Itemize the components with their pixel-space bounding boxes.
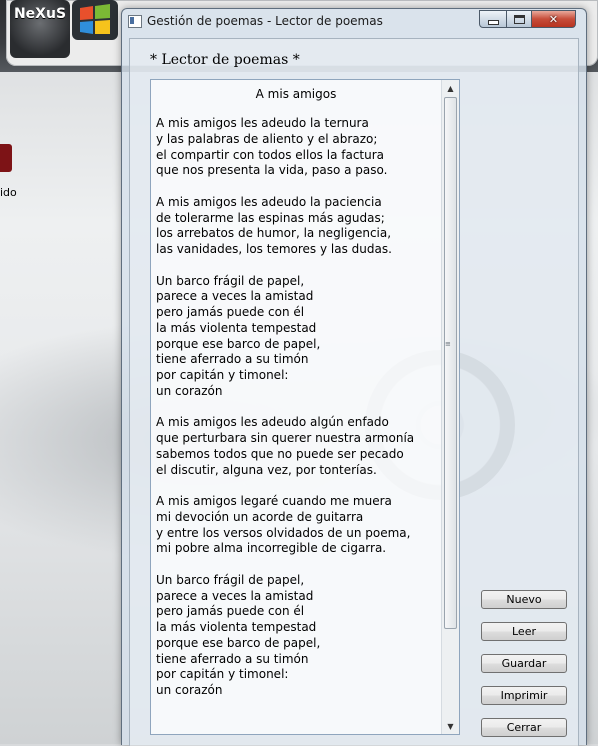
window-client-area: * Lector de poemas * A mis amigos A mis …	[129, 38, 579, 746]
desktop-red-tab[interactable]	[0, 144, 12, 172]
imprimir-button[interactable]: Imprimir	[481, 686, 567, 705]
poem-text-area[interactable]: A mis amigos A mis amigos les adeudo la …	[150, 79, 460, 735]
poem-line: porque ese barco de papel,	[156, 635, 321, 650]
poem-stanza: A mis amigos legaré cuando me muera mi de…	[156, 494, 441, 557]
poem-line: las vanidades, los temores y las dudas.	[156, 242, 392, 256]
poem-stanza: A mis amigos les adeudo la ternura y las …	[156, 116, 441, 179]
poem-stanza: Un barco frágil de papel, parece a veces …	[156, 573, 441, 699]
poem-stanza: Un barco frágil de papel, parece a veces …	[156, 274, 441, 400]
app-icon[interactable]	[128, 15, 142, 28]
poem-line: que nos presenta la vida, paso a paso.	[156, 163, 388, 178]
desktop-icon-label[interactable]: ido	[0, 186, 17, 199]
poem-line: la más violenta tempestad	[156, 320, 317, 335]
group-heading: * Lector de poemas *	[150, 52, 300, 68]
app-window: Gestión de poemas - Lector de poemas ✕ *…	[121, 8, 587, 746]
close-window-button[interactable]: ✕	[531, 10, 576, 28]
poem-line: pero jamás puede con él	[156, 305, 305, 319]
scroll-up-arrow-icon[interactable]: ▲	[442, 80, 459, 96]
nexus-logo[interactable]: NeXuS	[10, 0, 70, 58]
thumb-grip-icon: ≡	[445, 340, 451, 348]
minimize-button[interactable]	[479, 10, 507, 28]
poem-line: y entre los versos olvidados de un poema…	[156, 525, 411, 540]
title-bar[interactable]: Gestión de poemas - Lector de poemas ✕	[122, 9, 586, 35]
poem-line: un corazón	[156, 383, 223, 398]
poem-line: por capitán y timonel:	[156, 667, 289, 682]
poem-line: Un barco frágil de papel,	[156, 572, 305, 587]
maximize-button[interactable]	[506, 10, 532, 28]
leer-button[interactable]: Leer	[481, 622, 567, 641]
poem-line: parece a veces la amistad	[156, 588, 314, 603]
poem-title: A mis amigos	[255, 87, 337, 101]
poem-stanza: A mis amigos les adeudo algún enfado que …	[156, 415, 441, 478]
poem-line: un corazón	[156, 683, 223, 697]
poem-line: y las palabras de aliento y el abrazo;	[156, 131, 378, 146]
poem-line: el compartir con todos ellos la factura	[156, 147, 385, 162]
poem-line: por capitán y timonel:	[156, 368, 289, 382]
maximize-icon	[513, 14, 525, 24]
poem-line: A mis amigos les adeudo la paciencia	[156, 194, 382, 209]
poem-line: sabemos todos que no puede ser pecado	[156, 446, 404, 461]
poem-line: A mis amigos legaré cuando me muera	[156, 494, 392, 508]
poem-line: los arrebatos de humor, la negligencia,	[156, 226, 392, 241]
poem-line: pero jamás puede con él	[156, 604, 305, 619]
vertical-scrollbar[interactable]: ▲ ≡ ▼	[441, 80, 459, 734]
poem-line: Un barco frágil de papel,	[156, 273, 305, 288]
scroll-down-arrow-icon[interactable]: ▼	[442, 718, 459, 734]
close-icon: ✕	[548, 12, 559, 26]
poem-line: parece a veces la amistad	[156, 289, 314, 304]
poem-line: el discutir, alguna vez, por tonterías.	[156, 462, 377, 477]
scrollbar-thumb[interactable]	[444, 97, 457, 629]
windows-start-icon[interactable]	[72, 0, 118, 40]
poem-line: de tolerarme las espinas más agudas;	[156, 210, 385, 225]
minimize-icon	[487, 19, 499, 25]
cerrar-button[interactable]: Cerrar	[481, 718, 567, 737]
poem-line: A mis amigos les adeudo la ternura	[156, 116, 369, 130]
poem-line: mi pobre alma incorregible de cigarra.	[156, 541, 387, 556]
poem-line: tiene aferrado a su timón	[156, 651, 309, 666]
poem-stanza: A mis amigos les adeudo la paciencia de t…	[156, 195, 441, 258]
poem-line: la más violenta tempestad	[156, 620, 317, 634]
guardar-button[interactable]: Guardar	[481, 654, 567, 673]
poem-line: mi devoción un acorde de guitarra	[156, 509, 364, 524]
poem-line: porque ese barco de papel,	[156, 336, 321, 351]
poem-line: tiene aferrado a su timón	[156, 352, 309, 367]
window-title: Gestión de poemas - Lector de poemas	[147, 14, 383, 28]
nuevo-button[interactable]: Nuevo	[481, 590, 567, 609]
poem-line: que perturbara sin querer nuestra armoní…	[156, 431, 415, 445]
poem-body: A mis amigos les adeudo la ternura y las …	[156, 116, 441, 715]
poem-line: A mis amigos les adeudo algún enfado	[156, 415, 389, 430]
